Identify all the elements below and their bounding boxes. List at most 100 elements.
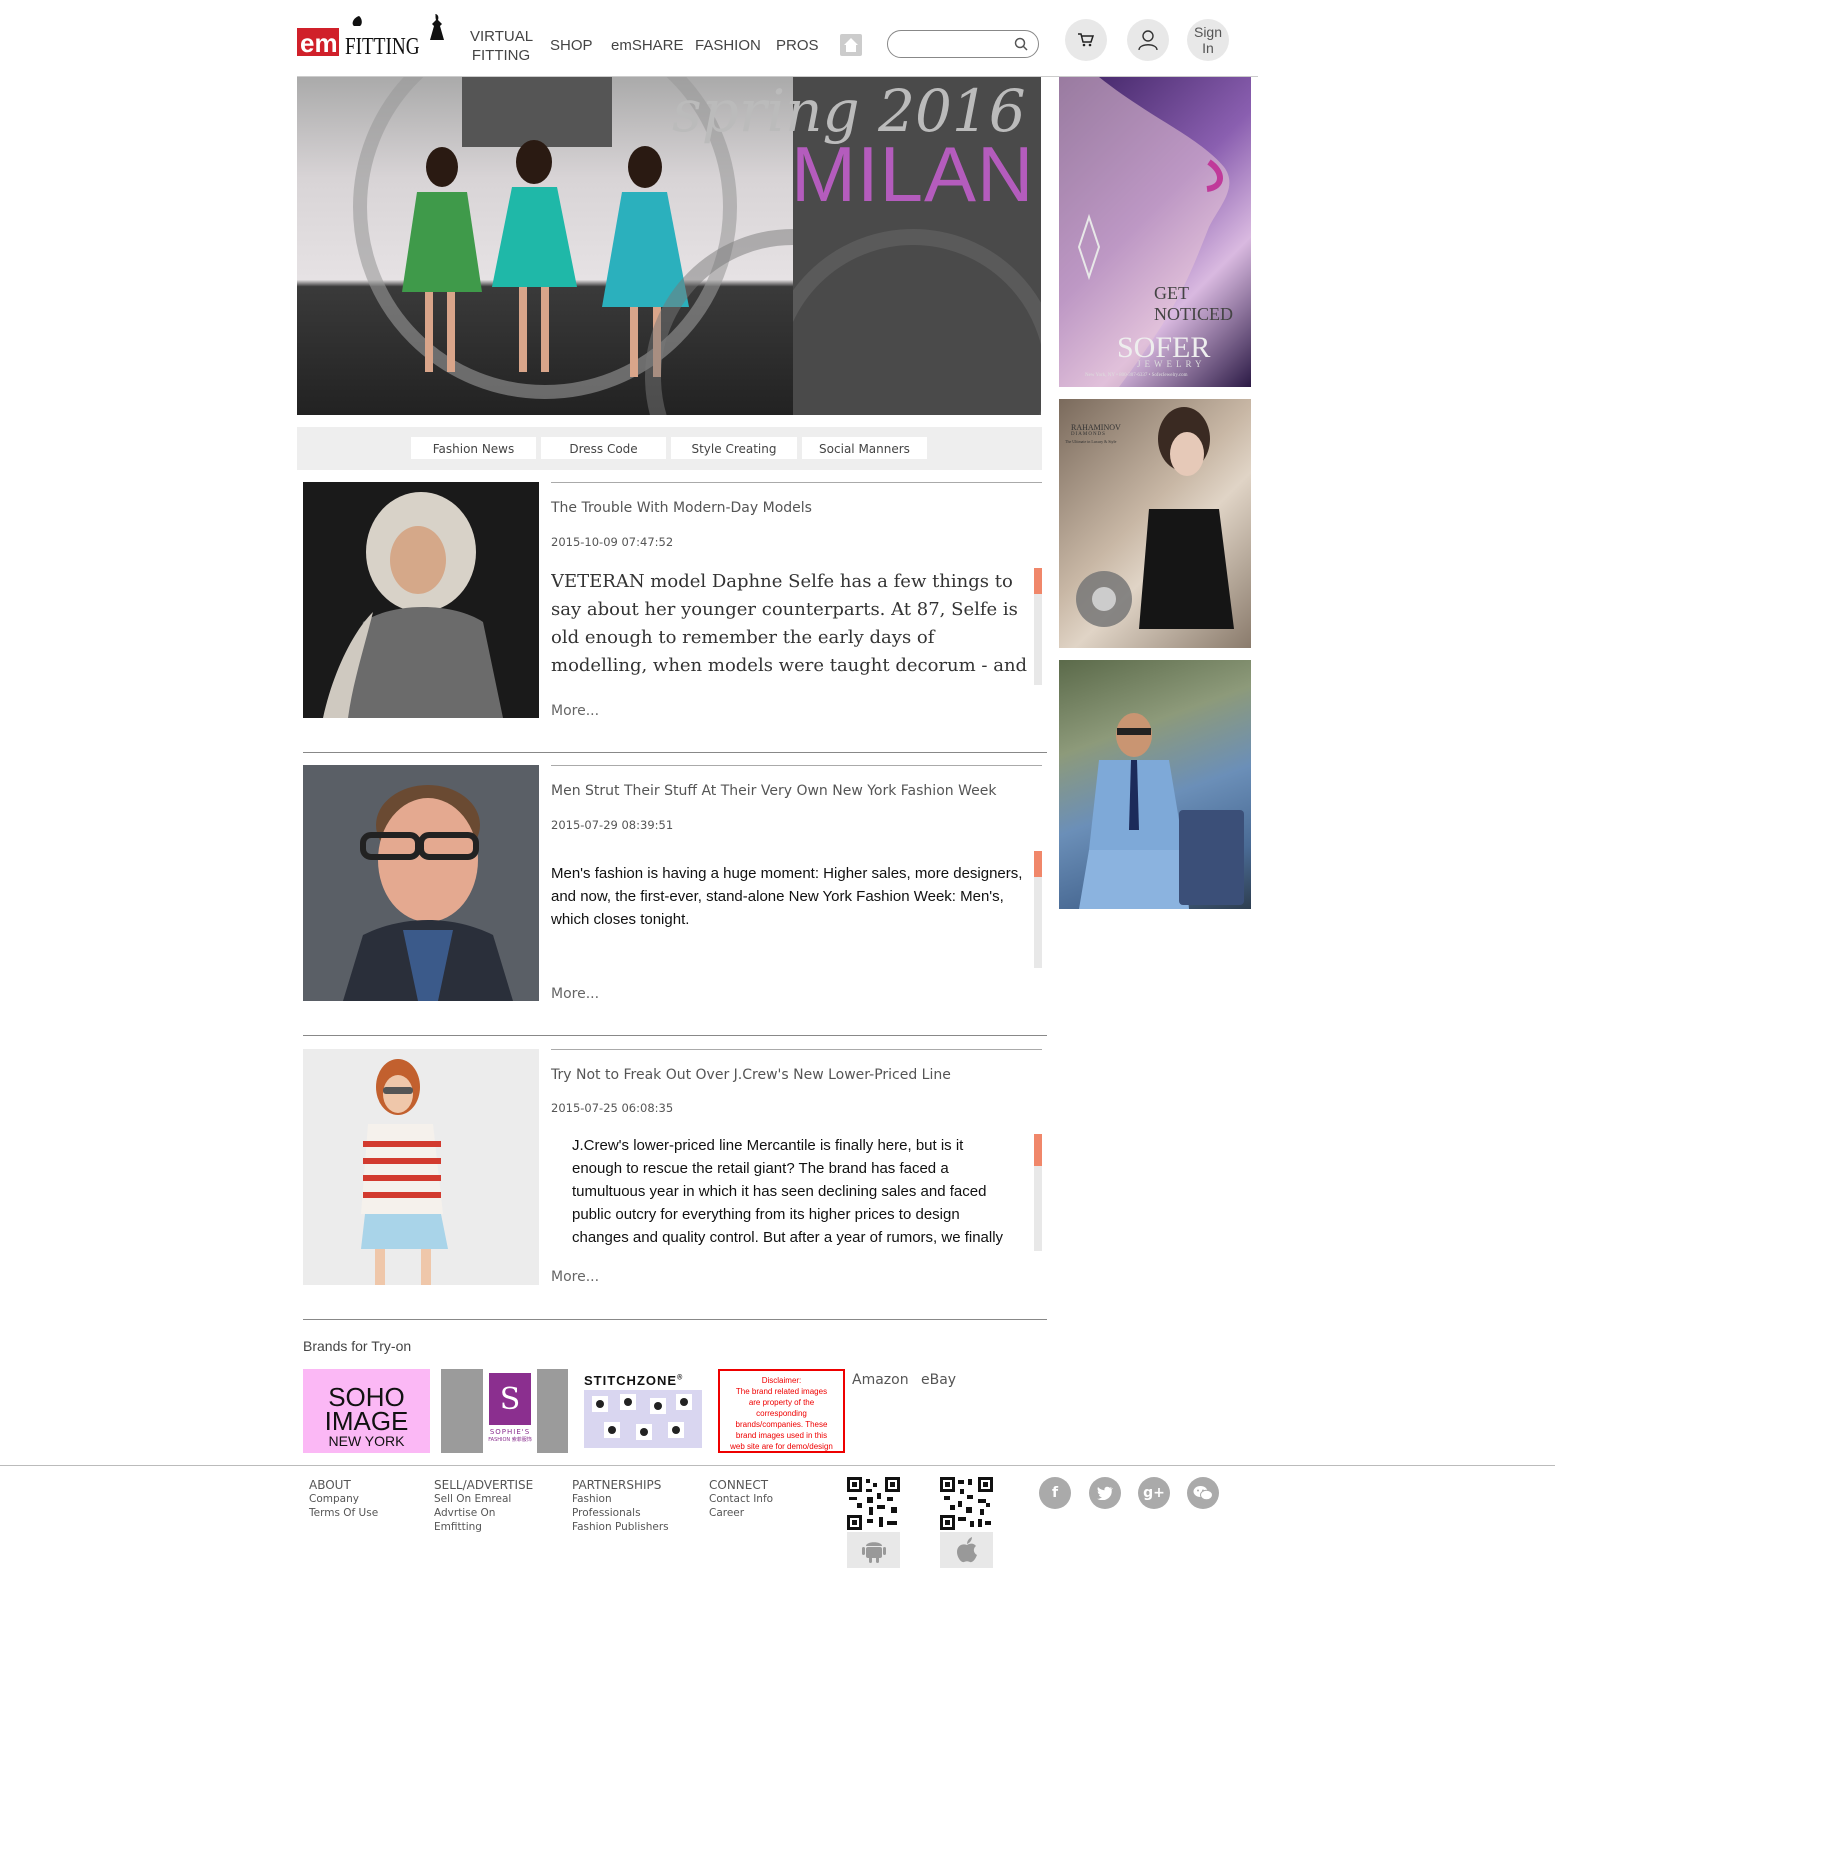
- footer-connect: CONNECT Contact Info Career: [709, 1478, 773, 1520]
- cart-button[interactable]: [1065, 19, 1107, 61]
- ad-rahaminov-diamonds[interactable]: RAHAMINOV DIAMONDS The Ultimate in Luxur…: [1059, 399, 1251, 648]
- ad1-address: New York, NY • 800-307-6337 • SoferJewel…: [1085, 373, 1188, 378]
- brand-stitchzone-mark: ®: [677, 1374, 684, 1382]
- nav-virtual-label: VIRTUAL: [470, 28, 534, 45]
- footer-link-contact-info[interactable]: Contact Info: [709, 1492, 773, 1506]
- brand-sophies[interactable]: S SOPHIE'S FASHION 索菲服饰: [441, 1369, 568, 1453]
- ad2-brand: RAHAMINOV: [1071, 423, 1121, 432]
- article-3-image[interactable]: [303, 1049, 539, 1285]
- footer-link-terms[interactable]: Terms Of Use: [309, 1506, 378, 1520]
- article-3-scrollbar[interactable]: [1034, 1134, 1042, 1251]
- article-1-body: VETERAN model Daphne Selfe has a few thi…: [551, 571, 1028, 685]
- article-2-scroll-thumb[interactable]: [1034, 851, 1042, 877]
- article-1-more-link[interactable]: More...: [551, 703, 599, 719]
- hero-banner[interactable]: spring 2016 MILAN: [297, 77, 1041, 415]
- ad1-tagline: GET NOTICED: [1154, 283, 1233, 324]
- article-3-more-link[interactable]: More...: [551, 1269, 599, 1285]
- ad2-tagline: The Ultimate in Luxury & Style: [1065, 439, 1117, 444]
- footer-link-emfitting[interactable]: Emfitting: [434, 1520, 533, 1534]
- nav-fashion[interactable]: FASHION: [695, 36, 761, 55]
- cart-icon: [1078, 33, 1095, 47]
- banner-city-text: MILAN: [791, 130, 1035, 218]
- footer-partnerships-head: PARTNERSHIPS: [572, 1478, 662, 1492]
- disclaimer-title: Disclaimer:: [761, 1376, 802, 1385]
- search-input[interactable]: [898, 31, 1017, 57]
- ad-menswear[interactable]: [1059, 660, 1251, 909]
- tab-fashion-news[interactable]: Fashion News: [411, 437, 536, 459]
- article-3-scroll-thumb[interactable]: [1034, 1134, 1042, 1166]
- footer-sell: SELL/ADVERTISE Sell On Emreal Advrtise O…: [434, 1478, 533, 1534]
- ad-sofer-jewelry[interactable]: GET NOTICED SOFER JEWELRY New York, NY •…: [1059, 77, 1251, 387]
- footer-link-sell-on-emreal[interactable]: Sell On Emreal: [434, 1492, 533, 1506]
- home-icon: [844, 38, 858, 52]
- brand-sophies-name: SOPHIE'S: [489, 1428, 531, 1436]
- article-2-date: 2015-07-29 08:39:51: [551, 818, 674, 832]
- nav-pros[interactable]: PROS: [776, 36, 819, 55]
- footer-about-head: ABOUT: [309, 1478, 351, 1492]
- brand-stitchzone-name: STITCHZONE: [584, 1373, 678, 1388]
- nav-shop[interactable]: SHOP: [550, 36, 593, 55]
- facebook-icon[interactable]: f: [1039, 1477, 1071, 1509]
- sign-in-line2: In: [1202, 40, 1214, 56]
- article-2-scrollbar[interactable]: [1034, 851, 1042, 968]
- sign-in-button[interactable]: Sign In: [1187, 19, 1229, 61]
- footer-link-professionals[interactable]: Professionals: [572, 1506, 669, 1520]
- article-1-date: 2015-10-09 07:47:52: [551, 535, 674, 549]
- brand-stitchzone[interactable]: STITCHZONE®: [580, 1369, 707, 1453]
- article-2-topline: [551, 765, 1042, 766]
- article-1-image[interactable]: [303, 482, 539, 718]
- google-plus-icon[interactable]: g+: [1138, 1477, 1170, 1509]
- article-1-title[interactable]: The Trouble With Modern-Day Models: [551, 500, 812, 516]
- home-button[interactable]: [840, 34, 862, 56]
- nav-virtual-fitting[interactable]: VIRTUAL FITTING: [470, 27, 534, 65]
- article-1-separator: [303, 752, 1047, 753]
- footer-link-company[interactable]: Company: [309, 1492, 378, 1506]
- brand-soho-image[interactable]: SOHO IMAGE NEW YORK: [303, 1369, 430, 1453]
- article-1-topline: [551, 482, 1042, 483]
- user-icon: [1138, 30, 1158, 51]
- tab-social-manners[interactable]: Social Manners: [802, 437, 927, 459]
- article-2-title[interactable]: Men Strut Their Stuff At Their Very Own …: [551, 783, 996, 799]
- search-icon[interactable]: [1014, 37, 1028, 51]
- tab-dress-code[interactable]: Dress Code: [541, 437, 666, 459]
- ad1-sub: JEWELRY: [1137, 359, 1206, 369]
- article-3-date: 2015-07-25 06:08:35: [551, 1101, 674, 1115]
- category-tabs-bar: [297, 427, 1042, 470]
- article-2-separator: [303, 1035, 1047, 1036]
- wechat-bubbles-icon: [1193, 1486, 1213, 1501]
- apple-icon: [956, 1537, 977, 1563]
- wechat-icon[interactable]: [1187, 1477, 1219, 1509]
- article-3-topline: [551, 1049, 1042, 1050]
- android-app-button[interactable]: [847, 1532, 900, 1568]
- logo-em: em: [300, 28, 338, 58]
- article-1-scroll-thumb[interactable]: [1034, 568, 1042, 594]
- article-1-scrollbar[interactable]: [1034, 568, 1042, 685]
- tab-style-creating[interactable]: Style Creating: [671, 437, 797, 459]
- article-3-title[interactable]: Try Not to Freak Out Over J.Crew's New L…: [551, 1067, 951, 1083]
- article-3-body: J.Crew's lower-priced line Mercantile is…: [572, 1137, 1004, 1246]
- search-box[interactable]: [887, 30, 1039, 58]
- ad2-sub: DIAMONDS: [1071, 432, 1106, 437]
- brand-ebay-link[interactable]: eBay: [921, 1372, 956, 1388]
- brand-disclaimer: Disclaimer: The brand related images are…: [718, 1369, 845, 1453]
- twitter-bird-icon: [1097, 1486, 1113, 1500]
- footer-link-fashion[interactable]: Fashion: [572, 1492, 669, 1506]
- footer-partnerships: PARTNERSHIPS Fashion Professionals Fashi…: [572, 1478, 669, 1534]
- footer-link-fashion-publishers[interactable]: Fashion Publishers: [572, 1520, 669, 1534]
- footer-link-career[interactable]: Career: [709, 1506, 773, 1520]
- footer-about: ABOUT Company Terms Of Use: [309, 1478, 378, 1520]
- brand-amazon-link[interactable]: Amazon: [852, 1372, 909, 1388]
- twitter-icon[interactable]: [1089, 1477, 1121, 1509]
- ios-qr-code: [940, 1477, 993, 1530]
- footer-connect-head: CONNECT: [709, 1478, 769, 1492]
- logo-fitting: FITTING: [345, 33, 420, 60]
- article-2-more-link[interactable]: More...: [551, 986, 599, 1002]
- footer-link-advertise-on[interactable]: Advrtise On: [434, 1506, 533, 1520]
- ios-app-button[interactable]: [940, 1532, 993, 1568]
- article-2-image[interactable]: [303, 765, 539, 1001]
- nav-emshare[interactable]: emSHARE: [611, 36, 684, 55]
- nav-fitting-label: FITTING: [471, 47, 531, 64]
- emfitting-logo[interactable]: em FITTING: [297, 12, 449, 60]
- article-2-body: Men's fashion is having a huge moment: H…: [551, 865, 1023, 928]
- account-button[interactable]: [1127, 19, 1169, 61]
